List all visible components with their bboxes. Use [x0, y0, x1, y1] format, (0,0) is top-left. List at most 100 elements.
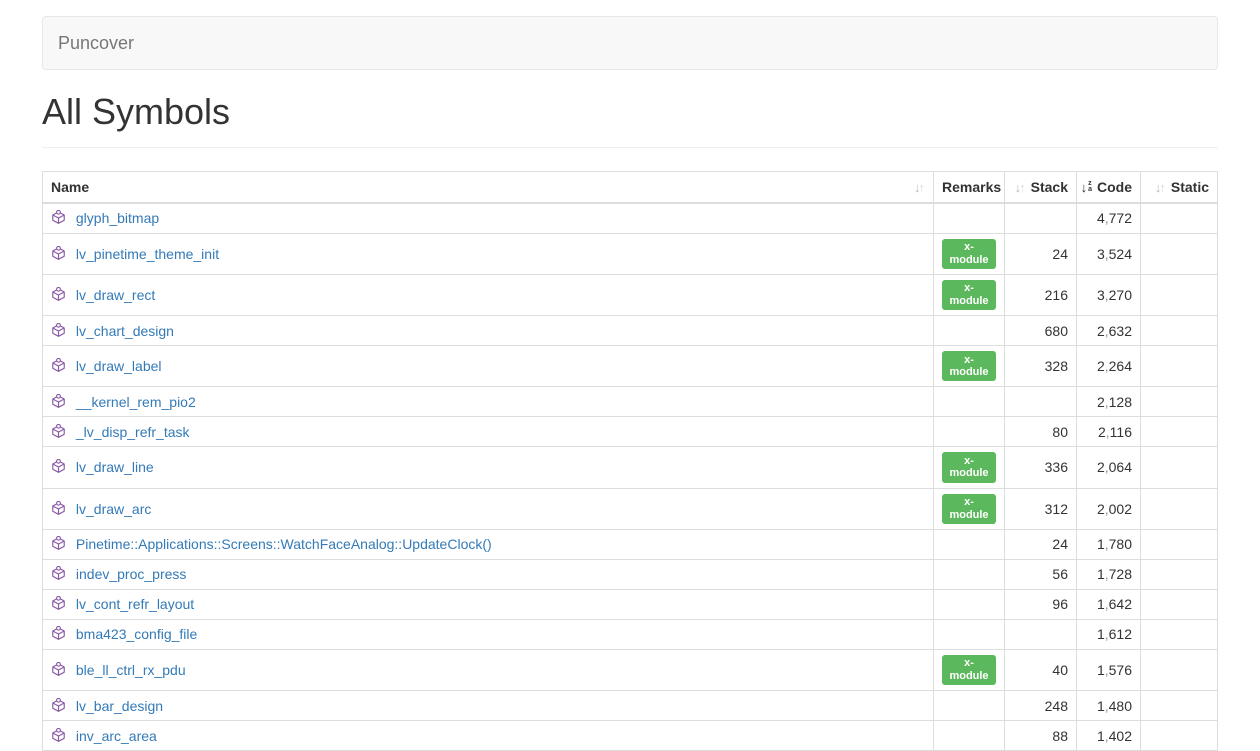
- symbol-link[interactable]: lv_bar_design: [76, 698, 163, 714]
- stack-value-cell: 336: [1005, 447, 1077, 488]
- page-title: All Symbols: [42, 91, 1218, 133]
- symbol-cube-icon: [51, 287, 66, 302]
- x-module-badge: x-module: [942, 239, 996, 269]
- symbol-cube-icon: [51, 210, 66, 225]
- remarks-cell: x-module: [934, 488, 1005, 529]
- column-header-name[interactable]: Name ↓↑: [43, 172, 934, 204]
- symbol-cube-icon: [51, 536, 66, 551]
- symbol-name-cell: lv_draw_line: [43, 447, 934, 488]
- symbol-link[interactable]: __kernel_rem_pio2: [76, 394, 196, 410]
- stack-value-cell: 40: [1005, 649, 1077, 690]
- sort-both-arrows-icon: ↓↑: [1015, 181, 1026, 194]
- remarks-cell: [934, 721, 1005, 751]
- remarks-cell: x-module: [934, 649, 1005, 690]
- remarks-cell: x-module: [934, 233, 1005, 274]
- symbol-cube-icon: [51, 698, 66, 713]
- stack-value-cell: 312: [1005, 488, 1077, 529]
- symbol-name-cell: Pinetime::Applications::Screens::WatchFa…: [43, 529, 934, 559]
- symbol-link[interactable]: glyph_bitmap: [76, 210, 159, 226]
- symbol-name-cell: lv_cont_refr_layout: [43, 589, 934, 619]
- symbol-link[interactable]: inv_arc_area: [76, 728, 157, 744]
- static-value-cell: [1141, 417, 1218, 447]
- stack-value-cell: 328: [1005, 346, 1077, 387]
- symbol-cube-icon: [51, 394, 66, 409]
- code-value-cell: 1,780: [1077, 529, 1141, 559]
- static-value-cell: [1141, 589, 1218, 619]
- column-label: Static: [1171, 179, 1209, 195]
- code-value-cell: 2,264: [1077, 346, 1141, 387]
- column-label: Code: [1097, 179, 1132, 195]
- symbols-table-body: glyph_bitmap4,772 lv_pinetime_theme_init…: [43, 203, 1218, 751]
- table-row: inv_arc_area881,402: [43, 721, 1218, 751]
- symbol-link[interactable]: lv_draw_arc: [76, 501, 151, 517]
- symbol-link[interactable]: ble_ll_ctrl_rx_pdu: [76, 662, 186, 678]
- symbol-cube-icon: [51, 566, 66, 581]
- table-row: indev_proc_press561,728: [43, 559, 1218, 589]
- static-value-cell: [1141, 721, 1218, 751]
- symbol-link[interactable]: lv_pinetime_theme_init: [76, 246, 219, 262]
- symbol-name-cell: _lv_disp_refr_task: [43, 417, 934, 447]
- x-module-badge: x-module: [942, 280, 996, 310]
- symbol-link[interactable]: bma423_config_file: [76, 626, 197, 642]
- symbol-link[interactable]: lv_chart_design: [76, 323, 174, 339]
- table-row: bma423_config_file 1,612: [43, 619, 1218, 649]
- symbol-cube-icon: [51, 596, 66, 611]
- table-row: ble_ll_ctrl_rx_pdu x-module 401,576: [43, 649, 1218, 690]
- symbol-link[interactable]: lv_cont_refr_layout: [76, 596, 194, 612]
- table-row: lv_bar_design2481,480: [43, 691, 1218, 721]
- static-value-cell: [1141, 203, 1218, 233]
- code-value-cell: 1,728: [1077, 559, 1141, 589]
- column-header-stack[interactable]: ↓↑ Stack: [1005, 172, 1077, 204]
- symbol-name-cell: lv_bar_design: [43, 691, 934, 721]
- static-value-cell: [1141, 559, 1218, 589]
- code-value-cell: 3,524: [1077, 233, 1141, 274]
- column-header-static[interactable]: ↓↑ Static: [1141, 172, 1218, 204]
- remarks-cell: [934, 417, 1005, 447]
- symbol-link[interactable]: lv_draw_label: [76, 358, 162, 374]
- symbol-cube-icon: [51, 626, 66, 641]
- symbol-name-cell: ble_ll_ctrl_rx_pdu: [43, 649, 934, 690]
- navbar-brand-link[interactable]: Puncover: [58, 33, 134, 54]
- sort-both-arrows-icon: ↓↑: [1155, 181, 1166, 194]
- symbol-cube-icon: [51, 323, 66, 338]
- remarks-cell: x-module: [934, 274, 1005, 315]
- symbol-name-cell: lv_chart_design: [43, 316, 934, 346]
- symbol-link[interactable]: lv_draw_line: [76, 459, 154, 475]
- stack-value-cell: 248: [1005, 691, 1077, 721]
- stack-value-cell: 24: [1005, 529, 1077, 559]
- symbol-link[interactable]: Pinetime::Applications::Screens::WatchFa…: [76, 536, 492, 552]
- static-value-cell: [1141, 387, 1218, 417]
- stack-value-cell: [1005, 203, 1077, 233]
- x-module-badge: x-module: [942, 655, 996, 685]
- column-header-remarks[interactable]: Remarks: [934, 172, 1005, 204]
- symbol-name-cell: lv_pinetime_theme_init: [43, 233, 934, 274]
- x-module-badge: x-module: [942, 494, 996, 524]
- static-value-cell: [1141, 529, 1218, 559]
- code-value-cell: 1,402: [1077, 721, 1141, 751]
- page-container: Puncover All Symbols Name ↓↑ Remarks: [42, 0, 1218, 751]
- symbol-name-cell: lv_draw_label: [43, 346, 934, 387]
- symbol-link[interactable]: lv_draw_rect: [76, 287, 155, 303]
- symbol-cube-icon: [51, 459, 66, 474]
- code-value-cell: 2,128: [1077, 387, 1141, 417]
- code-value-cell: 2,632: [1077, 316, 1141, 346]
- symbol-name-cell: lv_draw_arc: [43, 488, 934, 529]
- symbol-cube-icon: [51, 358, 66, 373]
- table-row: lv_draw_labelx-module3282,264: [43, 346, 1218, 387]
- code-value-cell: 1,576: [1077, 649, 1141, 690]
- symbol-cube-icon: [51, 424, 66, 439]
- stack-value-cell: 80: [1005, 417, 1077, 447]
- symbol-link[interactable]: _lv_disp_refr_task: [76, 424, 190, 440]
- navbar: Puncover: [42, 16, 1218, 70]
- stack-value-cell: 216: [1005, 274, 1077, 315]
- stack-value-cell: 680: [1005, 316, 1077, 346]
- code-value-cell: 2,116: [1077, 417, 1141, 447]
- static-value-cell: [1141, 619, 1218, 649]
- divider: [42, 147, 1218, 148]
- symbol-link[interactable]: indev_proc_press: [76, 566, 187, 582]
- stack-value-cell: [1005, 387, 1077, 417]
- remarks-cell: x-module: [934, 447, 1005, 488]
- column-header-code[interactable]: ↓ za Code: [1077, 172, 1141, 204]
- remarks-cell: [934, 691, 1005, 721]
- code-value-cell: 1,612: [1077, 619, 1141, 649]
